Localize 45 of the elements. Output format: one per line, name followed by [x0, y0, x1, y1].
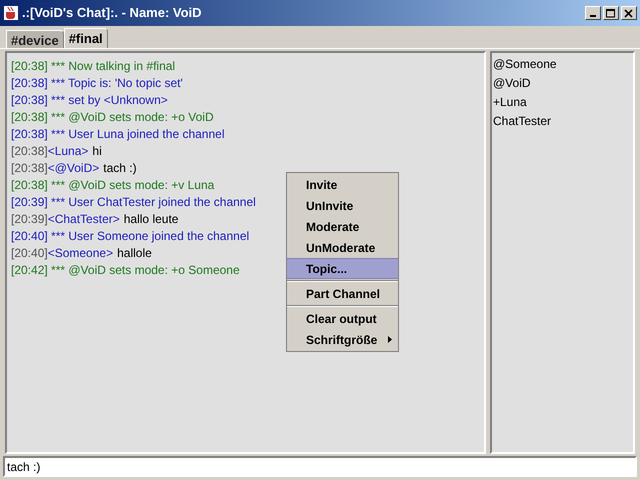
chat-line: [20:38] *** Now talking in #final — [11, 58, 176, 74]
maximize-button[interactable] — [603, 6, 619, 20]
tab[interactable]: #device — [6, 30, 64, 48]
user-item[interactable]: ChatTester — [493, 112, 632, 131]
minimize-icon — [590, 14, 596, 16]
user-item[interactable]: @VoiD — [493, 74, 632, 93]
timestamp: [20:39] — [11, 211, 48, 227]
chat-line: [20:39] *** User ChatTester joined the channel — [11, 194, 256, 210]
message-text: hallo leute — [124, 211, 178, 227]
chat-line: [20:38] *** set by <Unknown> — [11, 92, 168, 108]
menu-item[interactable]: Clear output — [287, 308, 398, 329]
chat-line: [20:38] *** User Luna joined the channel — [11, 126, 224, 142]
message-input[interactable]: tach :) — [3, 456, 637, 477]
chat-line: [20:38] *** @VoiD sets mode: +o VoiD — [11, 109, 214, 125]
timestamp: [20:40] — [11, 245, 48, 261]
tab[interactable]: #final — [64, 28, 108, 48]
menu-item[interactable]: Part Channel — [287, 283, 398, 304]
nickname: <ChatTester> — [48, 211, 120, 227]
user-item[interactable]: +Luna — [493, 93, 632, 112]
submenu-arrow-icon — [388, 336, 392, 343]
message-text: hi — [92, 143, 102, 159]
teacup-icon — [3, 5, 19, 21]
menu-item[interactable]: Schriftgröße — [287, 329, 398, 350]
menu-item[interactable]: Moderate — [287, 216, 398, 237]
menu-item[interactable]: UnInvite — [287, 195, 398, 216]
chat-line: [20:38] *** @VoiD sets mode: +v Luna — [11, 177, 214, 193]
nickname: <@VoiD> — [48, 160, 100, 176]
timestamp: [20:38] — [11, 160, 48, 176]
chat-line: [20:42] *** @VoiD sets mode: +o Someone — [11, 262, 240, 278]
menu-item[interactable]: Invite — [287, 174, 398, 195]
message-text: tach :) — [103, 160, 137, 176]
chat-line: [20:40] *** User Someone joined the channel — [11, 228, 250, 244]
close-icon — [624, 8, 634, 18]
chat-line: [20:38] *** Topic is: 'No topic set' — [11, 75, 183, 91]
nickname: <Luna> — [48, 143, 88, 159]
menu-item[interactable]: Topic... — [287, 258, 398, 279]
user-item[interactable]: @Someone — [493, 55, 632, 74]
window-title: .:[VoiD's Chat]:. - Name: VoiD — [22, 4, 202, 22]
close-button[interactable] — [621, 6, 637, 20]
menu-item[interactable]: UnModerate — [287, 237, 398, 258]
message-text: hallole — [117, 245, 152, 261]
timestamp: [20:38] — [11, 143, 48, 159]
maximize-icon — [606, 8, 616, 18]
minimize-button[interactable] — [585, 6, 601, 20]
nickname: <Someone> — [48, 245, 114, 261]
